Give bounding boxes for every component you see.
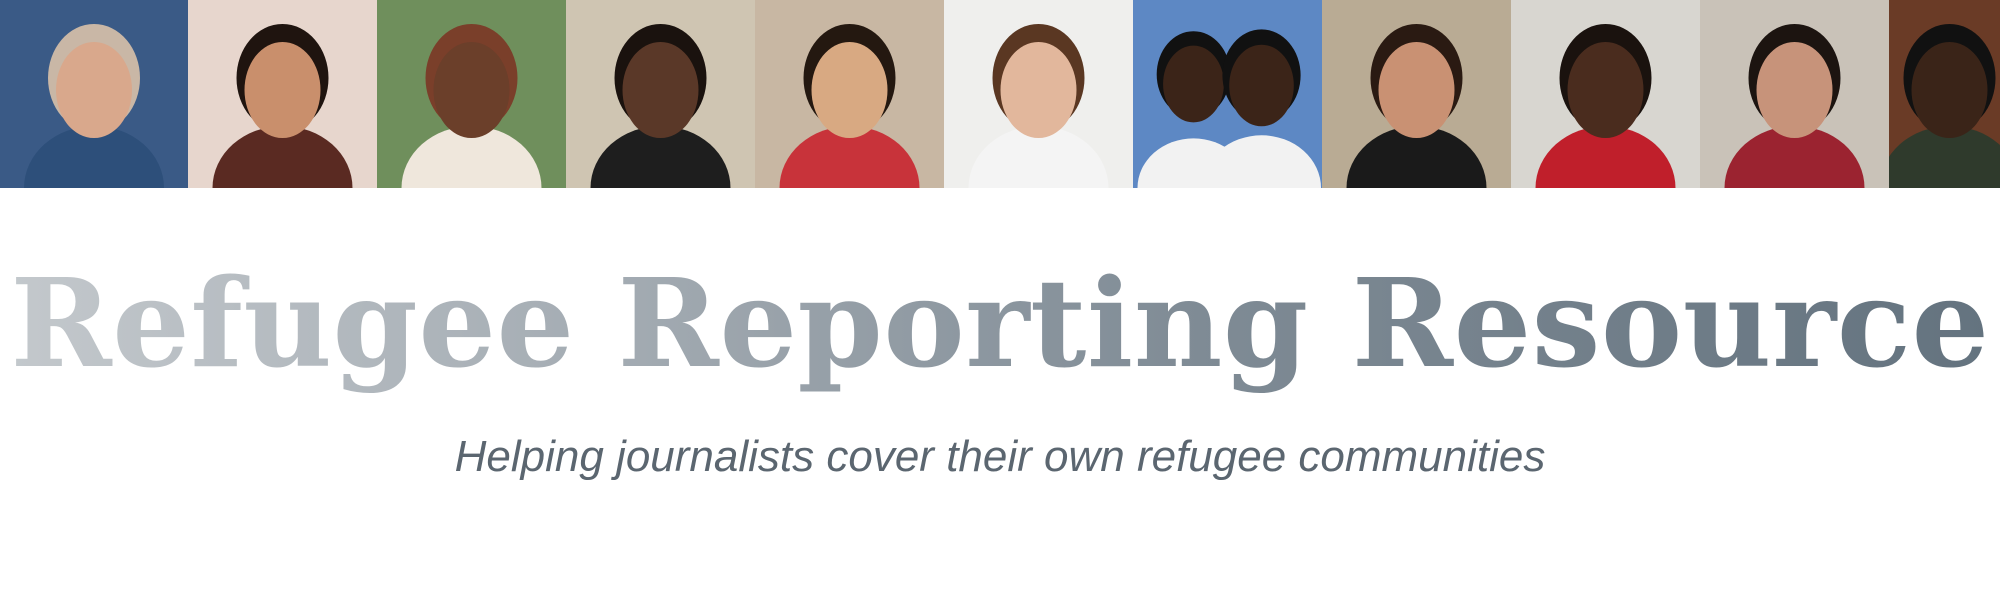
young-woman-seated-photo: [1322, 0, 1511, 188]
subtitle-wrap: Helping journalists cover their own refu…: [0, 432, 2000, 482]
woman-braids-portrait: [566, 0, 755, 188]
woman-laughing-photo: [1700, 0, 1889, 188]
man-with-glasses-portrait: [0, 0, 188, 188]
woman-red-shirt-photo: [1511, 0, 1700, 188]
girl-on-stairs-photo: [755, 0, 944, 188]
woman-curly-hair-portrait: [944, 0, 1133, 188]
page-title: Refugee Reporting Resource: [10, 251, 1990, 395]
photo-strip: [0, 0, 2000, 188]
woman-smiling-portrait: [188, 0, 377, 188]
woman-headwrap-portrait: [377, 0, 566, 188]
two-young-men-photo: [1133, 0, 1322, 188]
man-green-sweater-portrait: [1889, 0, 2000, 188]
title-wrap: Refugee Reporting Resource: [0, 250, 2000, 396]
page-subtitle: Helping journalists cover their own refu…: [454, 432, 1546, 481]
